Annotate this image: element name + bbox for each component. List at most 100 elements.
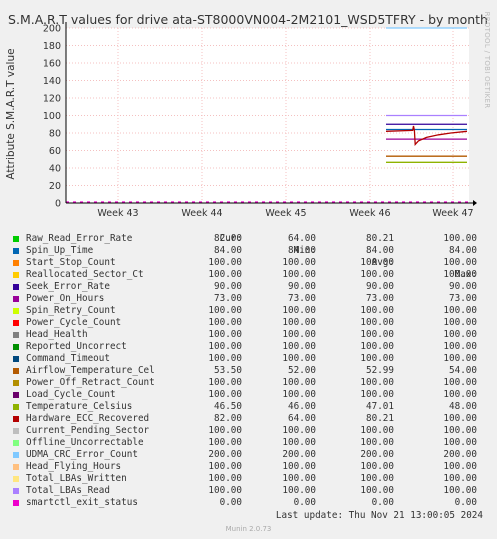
legend-max: 73.00	[449, 293, 477, 304]
legend-series-name: Total_LBAs_Written	[26, 473, 127, 484]
legend-row: Spin_Up_Time 84.00 84.00 84.00 84.00	[0, 245, 497, 257]
legend-swatch	[13, 440, 19, 446]
legend-cur: 100.00	[208, 473, 242, 484]
legend-swatch	[13, 236, 19, 242]
legend-series-name: Spin_Up_Time	[26, 245, 94, 256]
legend-avg: 100.00	[360, 425, 394, 436]
legend-min: 100.00	[282, 437, 316, 448]
x-tick-label: Week 44	[181, 208, 222, 219]
legend-row: Spin_Retry_Count 100.00 100.00 100.00 100.00	[0, 305, 497, 317]
y-tick-label: 160	[43, 59, 61, 70]
y-tick-label: 100	[43, 111, 61, 122]
legend-row: Total_LBAs_Written 100.00 100.00 100.00 100.…	[0, 473, 497, 485]
legend-swatch	[13, 296, 19, 302]
legend-cur: 100.00	[208, 485, 242, 496]
legend-row: Power_Off_Retract_Count 100.00 100.00 100.0…	[0, 377, 497, 389]
legend-swatch	[13, 404, 19, 410]
legend-avg: 200.00	[360, 449, 394, 460]
legend-row: Head_Flying_Hours 100.00 100.00 100.00 100.0…	[0, 461, 497, 473]
legend-cur: 46.50	[214, 401, 242, 412]
legend-cur: 100.00	[208, 461, 242, 472]
legend-series-name: Total_LBAs_Read	[26, 485, 110, 496]
legend-max: 100.00	[443, 317, 477, 328]
legend-avg: 80.21	[366, 233, 394, 244]
legend-swatch	[13, 308, 19, 314]
legend-swatch	[13, 428, 19, 434]
smart-values-chart: S.M.A.R.T values for drive ata-ST8000VN0…	[5, 12, 491, 219]
legend-avg: 100.00	[360, 329, 394, 340]
x-axis-arrow	[473, 200, 477, 206]
legend-avg: 100.00	[360, 377, 394, 388]
legend-min: 100.00	[282, 377, 316, 388]
legend-row: Temperature_Celsius 46.50 46.00 47.01 48.00	[0, 401, 497, 413]
legend-swatch	[13, 476, 19, 482]
legend-series-name: Start_Stop_Count	[26, 257, 116, 268]
legend-avg: 100.00	[360, 341, 394, 352]
legend-row: Reallocated_Sector_Ct 100.00 100.00 100.00 1…	[0, 269, 497, 281]
legend-cur: 100.00	[208, 341, 242, 352]
y-tick-label: 40	[49, 164, 61, 175]
legend-max: 100.00	[443, 377, 477, 388]
legend-max: 100.00	[443, 353, 477, 364]
legend-avg: 100.00	[360, 389, 394, 400]
legend-series-name: Head_Flying_Hours	[26, 461, 122, 472]
legend-swatch	[13, 368, 19, 374]
legend-row: Load_Cycle_Count 100.00 100.00 100.00 100.00	[0, 389, 497, 401]
legend-row: smartctl_exit_status 0.00 0.00 0.00 0.00	[0, 497, 497, 509]
legend-cur: 0.00	[219, 497, 242, 508]
legend-row: Power_Cycle_Count 100.00 100.00 100.00 100.0…	[0, 317, 497, 329]
legend-avg: 0.00	[371, 497, 394, 508]
legend-swatch	[13, 284, 19, 290]
legend-avg: 100.00	[360, 437, 394, 448]
legend-swatch	[13, 320, 19, 326]
legend-row: Reported_Uncorrect 100.00 100.00 100.00 100.…	[0, 341, 497, 353]
legend-table: Cur: Min: Avg: Max: Raw_Read_Error_Rate 8…	[0, 221, 497, 509]
legend-series-name: Raw_Read_Error_Rate	[26, 233, 133, 244]
legend-max: 100.00	[443, 269, 477, 280]
y-tick-label: 120	[43, 94, 61, 105]
y-tick-label: 0	[55, 199, 61, 210]
legend-row: Airflow_Temperature_Cel 53.50 52.00 52.99 54…	[0, 365, 497, 377]
legend-min: 64.00	[288, 233, 316, 244]
legend-header: Cur: Min: Avg: Max:	[0, 221, 497, 280]
legend-series-name: Reported_Uncorrect	[26, 341, 127, 352]
legend-row: Current_Pending_Sector 100.00 100.00 100.00…	[0, 425, 497, 437]
legend-min: 100.00	[282, 353, 316, 364]
legend-series-name: Temperature_Celsius	[26, 401, 133, 412]
legend-min: 64.00	[288, 413, 316, 424]
legend-series-name: Offline_Uncorrectable	[26, 437, 144, 448]
legend-max: 0.00	[454, 497, 477, 508]
y-tick-label: 60	[49, 146, 61, 157]
legend-cur: 100.00	[208, 389, 242, 400]
legend-series-name: Seek_Error_Rate	[26, 281, 110, 292]
legend-row: Hardware_ECC_Recovered 82.00 64.00 80.21 100…	[0, 413, 497, 425]
legend-row: Start_Stop_Count 100.00 100.00 100.00 100.00	[0, 257, 497, 269]
legend-min: 100.00	[282, 461, 316, 472]
legend-max: 100.00	[443, 485, 477, 496]
legend-avg: 100.00	[360, 353, 394, 364]
legend-min: 100.00	[282, 269, 316, 280]
x-tick-label: Week 47	[432, 208, 473, 219]
legend-min: 100.00	[282, 425, 316, 436]
y-tick-label: 200	[43, 24, 61, 35]
legend-swatch	[13, 332, 19, 338]
legend-row: UDMA_CRC_Error_Count 200.00 200.00 200.00 20…	[0, 449, 497, 461]
legend-series-name: Command_Timeout	[26, 353, 110, 364]
legend-max: 100.00	[443, 257, 477, 268]
legend-series-name: Power_Cycle_Count	[26, 317, 122, 328]
legend-row: Offline_Uncorrectable 100.00 100.00 100.00 1…	[0, 437, 497, 449]
legend-swatch	[13, 272, 19, 278]
legend-max: 48.00	[449, 401, 477, 412]
legend-swatch	[13, 464, 19, 470]
legend-series-name: Head_Health	[26, 329, 88, 340]
legend-series-name: Spin_Retry_Count	[26, 305, 116, 316]
legend-cur: 82.00	[214, 233, 242, 244]
legend-min: 200.00	[282, 449, 316, 460]
y-axis-label: Attribute S.M.A.R.T value	[5, 48, 17, 179]
rrdtool-side-text: RRDTOOL / TOBI OETIKER	[483, 12, 491, 109]
legend-avg: 73.00	[366, 293, 394, 304]
chart-title: S.M.A.R.T values for drive ata-ST8000VN0…	[8, 12, 488, 27]
legend-min: 100.00	[282, 317, 316, 328]
legend-row: Total_LBAs_Read 100.00 100.00 100.00 100.00	[0, 485, 497, 497]
legend-cur: 84.00	[214, 245, 242, 256]
